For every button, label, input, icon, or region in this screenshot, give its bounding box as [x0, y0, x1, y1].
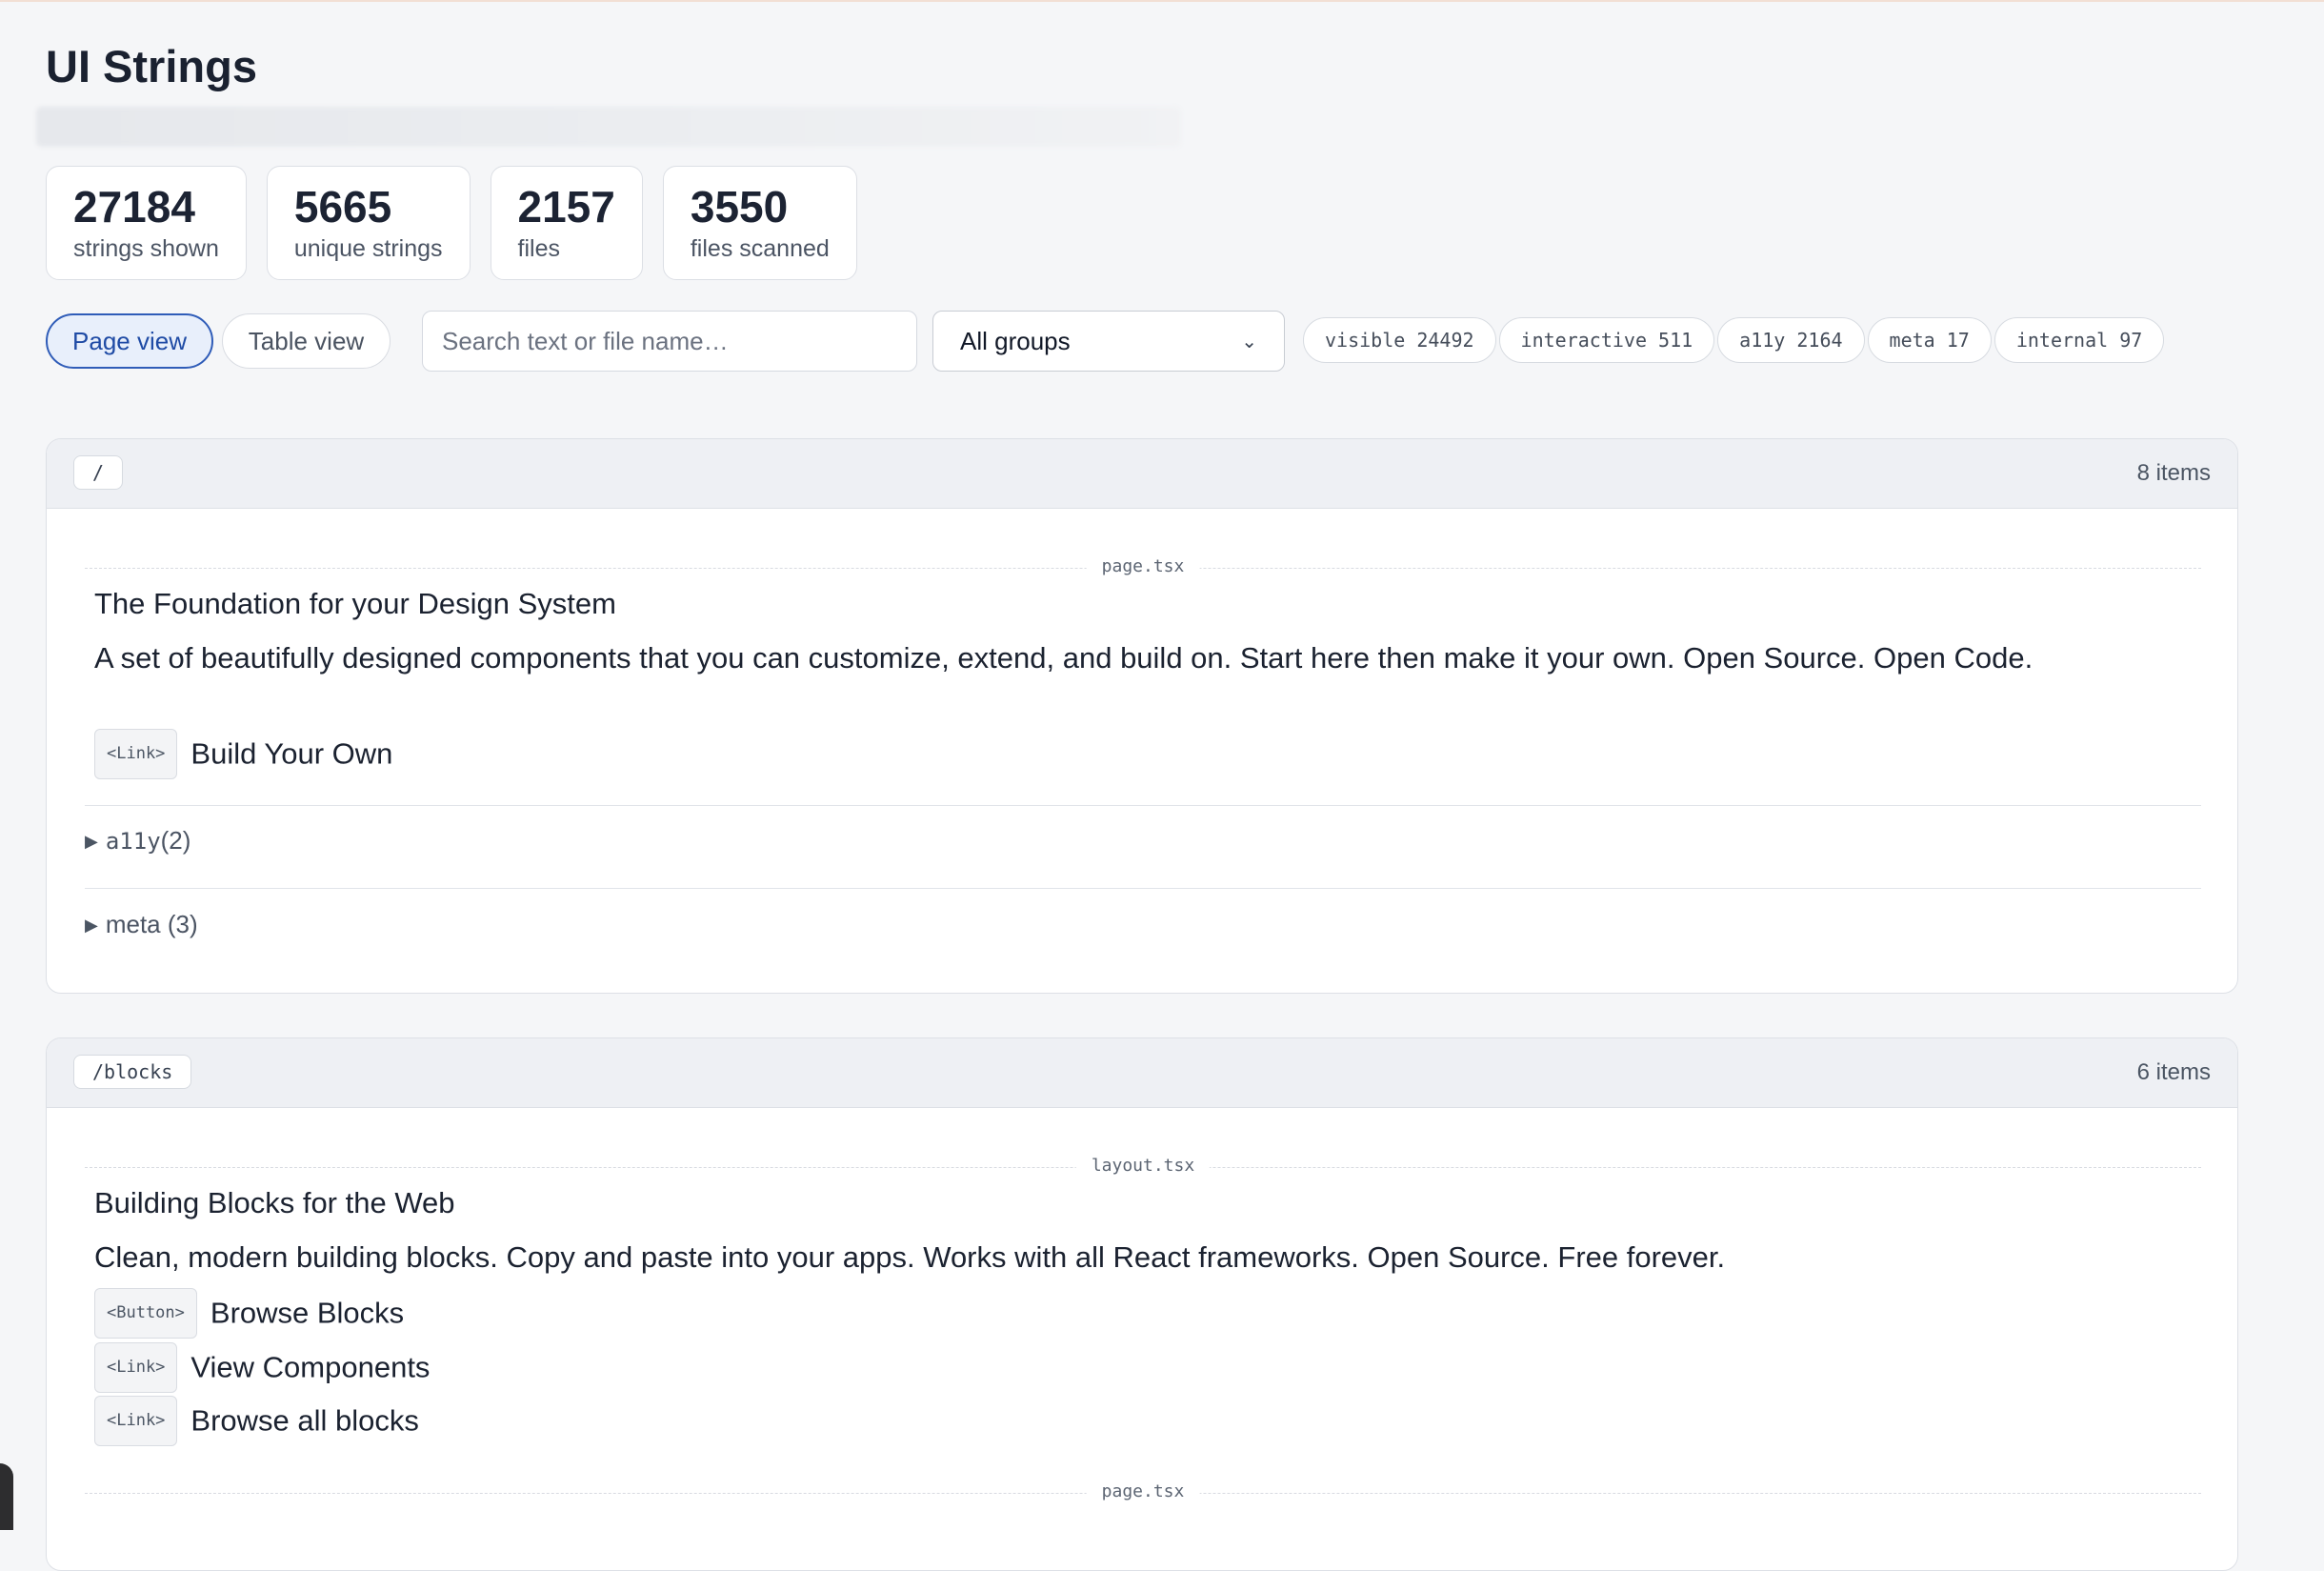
meta-toggle[interactable]: ▶ meta (3): [85, 910, 198, 939]
string-item: A set of beautifully designed components…: [94, 641, 2034, 675]
stat-value: 27184: [73, 182, 195, 232]
string-text: Browse all blocks: [190, 1403, 419, 1438]
stat-label: strings shown: [73, 235, 219, 262]
group-select[interactable]: All groups ⌄: [932, 311, 1285, 372]
section-divider: [85, 805, 2201, 806]
controls-bar: Page view Table view Search text or file…: [46, 311, 2236, 373]
route-group-header: / 8 items: [47, 439, 2237, 509]
route-badge: /: [73, 455, 124, 490]
table-view-button[interactable]: Table view: [222, 313, 391, 369]
chip-interactive[interactable]: interactive 511: [1498, 317, 1715, 363]
route-group-header: /blocks 6 items: [47, 1038, 2237, 1108]
page-title: UI Strings: [46, 41, 257, 91]
string-item: <Link> Build Your Own: [94, 729, 393, 781]
route-badge: /blocks: [73, 1055, 192, 1089]
string-text: Build Your Own: [190, 736, 393, 771]
stat-card-unique-strings: 5665 unique strings: [266, 166, 471, 280]
component-tag: <Link>: [94, 1342, 178, 1393]
chip-visible[interactable]: visible 24492: [1303, 317, 1496, 363]
stat-label: files scanned: [690, 235, 830, 262]
stat-card-strings-shown: 27184 strings shown: [46, 166, 247, 280]
stat-value: 5665: [293, 182, 392, 232]
chip-meta[interactable]: meta 17: [1867, 317, 1992, 363]
route-group-root: / 8 items page.tsx The Foundation for yo…: [46, 438, 2238, 994]
toggle-count: (3): [167, 910, 198, 938]
caret-right-icon: ▶: [85, 832, 98, 851]
stats-row: 27184 strings shown 5665 unique strings …: [46, 166, 857, 280]
stat-label: files: [517, 235, 560, 262]
string-text: Browse Blocks: [210, 1296, 405, 1330]
window-corner: [0, 1463, 13, 1530]
stat-card-files: 2157 files: [490, 166, 643, 280]
item-count: 8 items: [2136, 460, 2211, 486]
section-divider: [85, 888, 2201, 889]
string-item: Building Blocks for the Web: [94, 1186, 455, 1219]
stat-value: 3550: [690, 182, 789, 232]
chip-internal[interactable]: internal 97: [1993, 317, 2165, 363]
toggle-label: a11y: [105, 828, 161, 855]
search-input[interactable]: Search text or file name…: [422, 311, 917, 372]
component-tag: <Link>: [94, 1396, 178, 1446]
item-count: 6 items: [2136, 1059, 2211, 1085]
stat-label: unique strings: [293, 235, 443, 262]
file-separator: page.tsx: [85, 556, 2201, 576]
stat-value: 2157: [517, 182, 615, 232]
string-item: <Link> Browse all blocks: [94, 1396, 419, 1448]
toggle-count: (2): [160, 826, 191, 855]
file-separator: layout.tsx: [85, 1156, 2201, 1176]
component-tag: <Button>: [94, 1288, 197, 1339]
string-text: View Components: [190, 1350, 431, 1384]
toggle-label: meta: [105, 910, 161, 938]
caret-right-icon: ▶: [85, 916, 98, 935]
filter-chips: visible 24492 interactive 511 a11y 2164 …: [1303, 317, 2165, 363]
string-item: Clean, modern building blocks. Copy and …: [94, 1240, 1726, 1274]
a11y-toggle[interactable]: ▶ a11y(2): [85, 826, 190, 856]
stat-card-files-scanned: 3550 files scanned: [662, 166, 857, 280]
chip-a11y[interactable]: a11y 2164: [1717, 317, 1865, 363]
string-item: The Foundation for your Design System: [94, 587, 616, 620]
component-tag: <Link>: [94, 729, 178, 779]
file-name: page.tsx: [1086, 556, 1200, 576]
file-name: layout.tsx: [1075, 1156, 1211, 1176]
string-item: <Link> View Components: [94, 1342, 431, 1395]
top-accent-line: [0, 0, 2324, 2]
file-separator: page.tsx: [85, 1481, 2201, 1501]
route-group-blocks: /blocks 6 items layout.tsx Building Bloc…: [46, 1037, 2238, 1571]
group-select-value: All groups: [960, 326, 1071, 355]
file-name: page.tsx: [1086, 1481, 1200, 1501]
blurred-subtitle: [36, 107, 1181, 147]
chevron-down-icon: ⌄: [1241, 331, 1257, 352]
string-item: <Button> Browse Blocks: [94, 1288, 405, 1340]
page-view-button[interactable]: Page view: [46, 313, 213, 369]
